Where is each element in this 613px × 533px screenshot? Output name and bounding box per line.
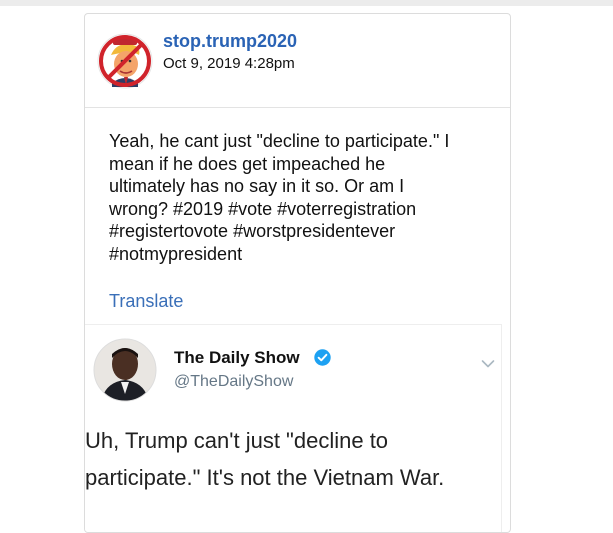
post-username[interactable]: stop.trump2020	[163, 31, 297, 52]
embed-divider	[85, 324, 502, 325]
daily-show-avatar[interactable]	[93, 338, 157, 402]
post-body-line: Yeah, he cant just "decline to participa…	[109, 131, 450, 151]
embedded-author-name[interactable]: The Daily Show	[174, 348, 300, 368]
embedded-author-handle[interactable]: @TheDailyShow	[174, 373, 293, 391]
embedded-tweet: The Daily Show @TheDailyShow Uh, Trump c…	[85, 324, 505, 532]
post-body-line: wrong? #2019 #vote #voterregistration	[109, 198, 417, 219]
embedded-text-line: participate." It's not the Vietnam War.	[85, 465, 445, 490]
post-date: Oct 9, 2019 4:28pm	[163, 55, 295, 72]
chevron-down-icon[interactable]	[481, 356, 495, 368]
translate-link[interactable]: Translate	[109, 291, 183, 312]
embedded-tweet-text: Uh, Trump can't just "decline to partici…	[85, 422, 505, 496]
no-trump-sign-icon[interactable]	[97, 33, 153, 89]
post-body-line: #registertovote #worstpresidentever	[109, 221, 396, 241]
post-body-line: mean if he does get impeached he	[109, 153, 386, 174]
post-body: Yeah, he cant just "decline to participa…	[109, 130, 504, 265]
top-bar	[0, 0, 613, 6]
post-body-line: #notmypresident	[109, 243, 243, 264]
post-body-line: ultimately has no say in it so. Or am I	[109, 176, 405, 196]
embedded-text-line: Uh, Trump can't just "decline to	[85, 428, 389, 453]
verified-badge-icon	[314, 349, 331, 366]
post-header: stop.trump2020 Oct 9, 2019 4:28pm	[85, 14, 510, 108]
post-card: stop.trump2020 Oct 9, 2019 4:28pm Yeah, …	[84, 13, 511, 533]
